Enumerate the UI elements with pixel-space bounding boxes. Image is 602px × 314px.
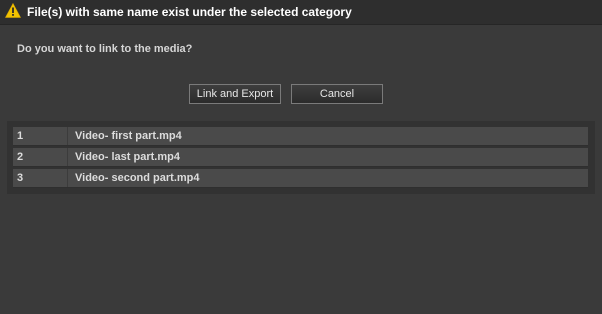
list-item[interactable]: 1 Video- first part.mp4 [13,127,588,146]
list-item-filename: Video- second part.mp4 [75,172,200,184]
list-item-filename: Video- first part.mp4 [75,130,182,142]
column-divider [67,148,68,166]
warning-icon [5,3,21,18]
list-item[interactable]: 3 Video- second part.mp4 [13,169,588,188]
dialog-title: File(s) with same name exist under the s… [27,5,352,19]
duplicate-files-list: 1 Video- first part.mp4 2 Video- last pa… [7,121,595,194]
link-and-export-button[interactable]: Link and Export [189,84,281,104]
list-item-index: 2 [17,151,24,163]
cancel-button[interactable]: Cancel [291,84,383,104]
column-divider [67,169,68,187]
dialog-titlebar: File(s) with same name exist under the s… [0,0,602,25]
column-divider [67,127,68,145]
list-item[interactable]: 2 Video- last part.mp4 [13,148,588,167]
list-item-index: 3 [17,172,24,184]
list-item-index: 1 [17,130,24,142]
dialog-question: Do you want to link to the media? [17,43,193,55]
list-item-filename: Video- last part.mp4 [75,151,180,163]
